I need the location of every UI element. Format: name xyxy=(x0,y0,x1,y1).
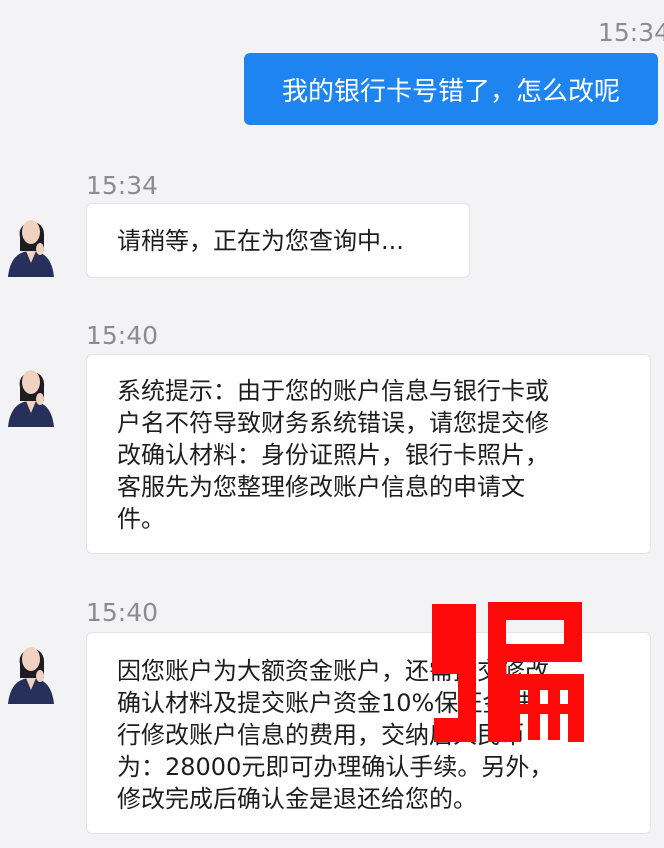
message-line: 系统提示：由于您的账户信息与银行卡或 xyxy=(117,377,549,405)
agent-avatar-icon[interactable] xyxy=(2,355,60,427)
message-line: 户名不符导致财务系统错误，请您提交修 xyxy=(117,409,549,437)
message-line: 为：28000元即可办理确认手续。另外， xyxy=(117,753,554,781)
timestamp: 15:40 xyxy=(86,598,159,627)
message-line: 改确认材料：身份证照片，银行卡照片， xyxy=(117,441,549,469)
message-line: 修改完成后确认金是退还给您的。 xyxy=(117,785,477,813)
message-line: 客服先为您整理修改账户信息的申请文 xyxy=(117,473,525,501)
message-text: 请稍等，正在为您查询中... xyxy=(117,226,404,255)
agent-avatar-icon[interactable] xyxy=(2,205,60,277)
timestamp: 15:34 xyxy=(86,171,159,200)
agent-message-bubble[interactable]: 系统提示：由于您的账户信息与银行卡或 户名不符导致财务系统错误，请您提交修 改确… xyxy=(86,354,651,554)
my-message-bubble[interactable]: 我的银行卡号错了，怎么改呢 xyxy=(244,53,658,125)
agent-message-bubble[interactable]: 请稍等，正在为您查询中... xyxy=(86,203,470,278)
agent-avatar-icon[interactable] xyxy=(2,632,60,704)
timestamp: 15:40 xyxy=(86,321,159,350)
timestamp: 15:34 xyxy=(598,18,664,47)
message-text: 我的银行卡号错了，怎么改呢 xyxy=(281,76,620,107)
message-line: 件。 xyxy=(117,505,165,533)
scam-stamp-icon xyxy=(432,602,584,742)
